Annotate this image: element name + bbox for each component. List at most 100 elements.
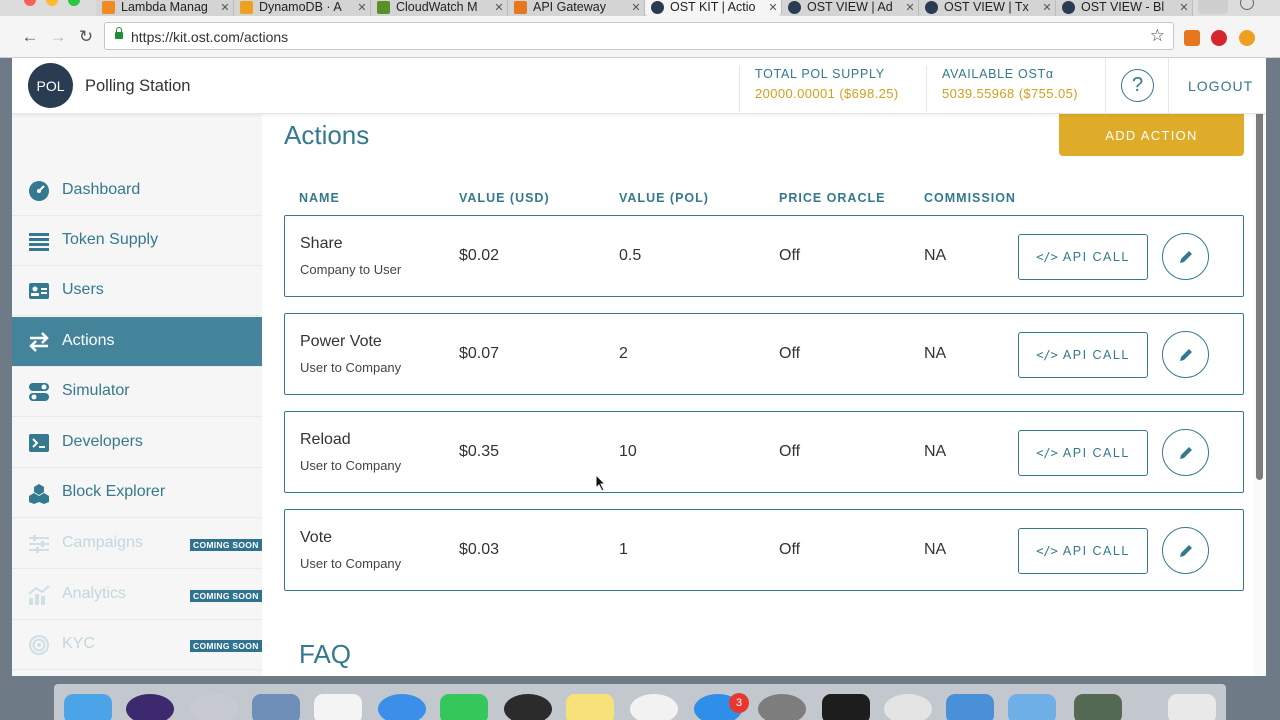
browser-tab[interactable]: DynamoDB · A ✕ bbox=[234, 0, 371, 16]
tab-close-icon[interactable]: ✕ bbox=[491, 1, 507, 14]
column-header-value-usd: VALUE (USD) bbox=[459, 191, 550, 205]
browser-tab[interactable]: OST VIEW - Bl ✕ bbox=[1056, 0, 1193, 16]
new-tab-button[interactable] bbox=[1198, 0, 1228, 14]
tab-close-icon[interactable]: ✕ bbox=[628, 1, 644, 14]
logout-button[interactable]: LOGOUT bbox=[1188, 78, 1253, 94]
photos-icon[interactable] bbox=[1074, 694, 1122, 720]
sidebar-item-kyc: KYC COMING SOON bbox=[12, 620, 262, 670]
action-name: Vote bbox=[300, 529, 333, 546]
siri-icon[interactable] bbox=[126, 694, 174, 720]
chart-icon bbox=[28, 585, 50, 605]
minimize-window-button[interactable] bbox=[46, 0, 58, 6]
app-header: POL Polling Station TOTAL POL SUPPLY 200… bbox=[12, 58, 1266, 114]
sidebar-item-block-explorer[interactable]: Block Explorer bbox=[12, 468, 262, 518]
code-icon: </> bbox=[1036, 544, 1058, 558]
api-call-button[interactable]: </> API CALL bbox=[1018, 430, 1148, 476]
star-icon[interactable]: ☆ bbox=[1150, 26, 1165, 46]
scrollbar-thumb[interactable] bbox=[1256, 88, 1263, 480]
safari-icon[interactable] bbox=[378, 694, 426, 720]
notes-icon[interactable] bbox=[566, 694, 614, 720]
chrome-icon[interactable] bbox=[884, 694, 932, 720]
sidebar-item-token-supply[interactable]: Token Supply bbox=[12, 216, 262, 266]
edit-action-button[interactable] bbox=[1162, 233, 1209, 280]
available-ost-label: AVAILABLE OSTα bbox=[942, 67, 1054, 81]
preview-icon[interactable] bbox=[252, 694, 300, 720]
tab-close-icon[interactable]: ✕ bbox=[1039, 1, 1055, 14]
brand-name: Polling Station bbox=[85, 77, 191, 95]
reload-icon[interactable]: ↻ bbox=[76, 28, 96, 46]
tab-close-icon[interactable]: ✕ bbox=[217, 1, 233, 14]
sidebar-item-campaigns: Campaigns COMING SOON bbox=[12, 519, 262, 569]
tab-favicon-icon bbox=[102, 0, 115, 14]
xcode-icon[interactable] bbox=[946, 694, 994, 720]
browser-tab[interactable]: Lambda Manag ✕ bbox=[96, 0, 234, 16]
pencil-icon bbox=[1180, 447, 1192, 459]
app-viewport: POL Polling Station TOTAL POL SUPPLY 200… bbox=[12, 58, 1266, 676]
calendar-icon[interactable] bbox=[314, 694, 362, 720]
browser-tab-active[interactable]: OST KIT | Actio ✕ bbox=[645, 0, 782, 16]
coming-soon-badge: COMING SOON bbox=[190, 539, 262, 551]
profile-icon[interactable] bbox=[1240, 0, 1254, 10]
address-bar[interactable]: https://kit.ost.com/actions ☆ bbox=[104, 22, 1174, 50]
api-call-button[interactable]: </> API CALL bbox=[1018, 332, 1148, 378]
api-call-button[interactable]: </> API CALL bbox=[1018, 528, 1148, 574]
arrow-right-icon[interactable]: → bbox=[48, 28, 68, 46]
maximize-window-button[interactable] bbox=[68, 0, 80, 6]
action-price-oracle: Off bbox=[779, 443, 801, 460]
tab-close-icon[interactable]: ✕ bbox=[765, 1, 781, 14]
sidebar-item-developers[interactable]: Developers bbox=[12, 418, 262, 468]
itunes-icon[interactable] bbox=[630, 694, 678, 720]
api-call-button[interactable]: </> API CALL bbox=[1018, 234, 1148, 280]
extension-update-icon[interactable] bbox=[1239, 30, 1255, 46]
sidebar-item-actions[interactable]: Actions bbox=[12, 317, 262, 367]
sidebar-item-users[interactable]: Users bbox=[12, 266, 262, 316]
help-icon: ? bbox=[1121, 69, 1154, 102]
add-action-button[interactable]: ADD ACTION bbox=[1059, 114, 1244, 156]
code-icon: </> bbox=[1036, 250, 1058, 264]
action-value-pol: 1 bbox=[619, 541, 628, 558]
tab-label: OST VIEW | Ad bbox=[807, 0, 893, 14]
system-preferences-icon[interactable] bbox=[758, 694, 806, 720]
browser-tab[interactable]: CloudWatch M ✕ bbox=[371, 0, 508, 16]
sidebar-item-analytics: Analytics COMING SOON bbox=[12, 570, 262, 620]
arrow-left-icon[interactable]: ← bbox=[20, 28, 40, 46]
code-icon: </> bbox=[1036, 446, 1058, 460]
edit-action-button[interactable] bbox=[1162, 527, 1209, 574]
tab-close-icon[interactable]: ✕ bbox=[902, 1, 918, 14]
url-text[interactable]: https://kit.ost.com/actions bbox=[131, 29, 288, 45]
avatar[interactable]: POL bbox=[28, 63, 73, 108]
action-commission: NA bbox=[924, 247, 947, 264]
browser-tab[interactable]: API Gateway ✕ bbox=[508, 0, 645, 16]
tab-close-icon[interactable]: ✕ bbox=[1176, 1, 1192, 14]
sidebar-item-label: KYC bbox=[62, 635, 95, 652]
trash-icon[interactable] bbox=[1168, 694, 1216, 720]
sidebar-item-dashboard[interactable]: Dashboard bbox=[12, 166, 262, 216]
tab-close-icon[interactable]: ✕ bbox=[354, 1, 370, 14]
extension-fox-icon[interactable] bbox=[1184, 30, 1200, 46]
sidebar-item-label: Campaigns bbox=[62, 534, 143, 551]
mouse-cursor-icon bbox=[595, 474, 607, 492]
extension-opera-icon[interactable] bbox=[1211, 30, 1227, 46]
action-value-usd: $0.03 bbox=[459, 541, 500, 558]
edit-action-button[interactable] bbox=[1162, 429, 1209, 476]
finder-icon[interactable] bbox=[64, 694, 112, 720]
launchpad-icon[interactable] bbox=[190, 694, 238, 720]
tab-favicon-icon bbox=[514, 0, 527, 14]
available-ost-value: 5039.55968 ($755.05) bbox=[942, 86, 1078, 101]
edit-action-button[interactable] bbox=[1162, 331, 1209, 378]
simulator-icon[interactable] bbox=[1008, 694, 1056, 720]
action-row: Reload User to Company $0.35 10 Off NA <… bbox=[284, 411, 1244, 493]
coming-soon-badge: COMING SOON bbox=[190, 590, 262, 602]
browser-tab[interactable]: OST VIEW | Ad ✕ bbox=[782, 0, 919, 16]
total-supply-label: TOTAL POL SUPPLY bbox=[755, 67, 885, 81]
action-commission: NA bbox=[924, 541, 947, 558]
close-window-button[interactable] bbox=[24, 0, 36, 6]
terminal-app-icon[interactable] bbox=[822, 694, 870, 720]
browser-tab[interactable]: OST VIEW | Tx ✕ bbox=[919, 0, 1056, 16]
exchange-arrows-icon bbox=[29, 332, 49, 352]
tab-favicon-icon bbox=[377, 0, 390, 14]
sidebar-item-simulator[interactable]: Simulator bbox=[12, 367, 262, 417]
help-button[interactable]: ? bbox=[1105, 58, 1169, 114]
facetime-icon[interactable] bbox=[440, 694, 488, 720]
app-icon[interactable] bbox=[504, 694, 552, 720]
